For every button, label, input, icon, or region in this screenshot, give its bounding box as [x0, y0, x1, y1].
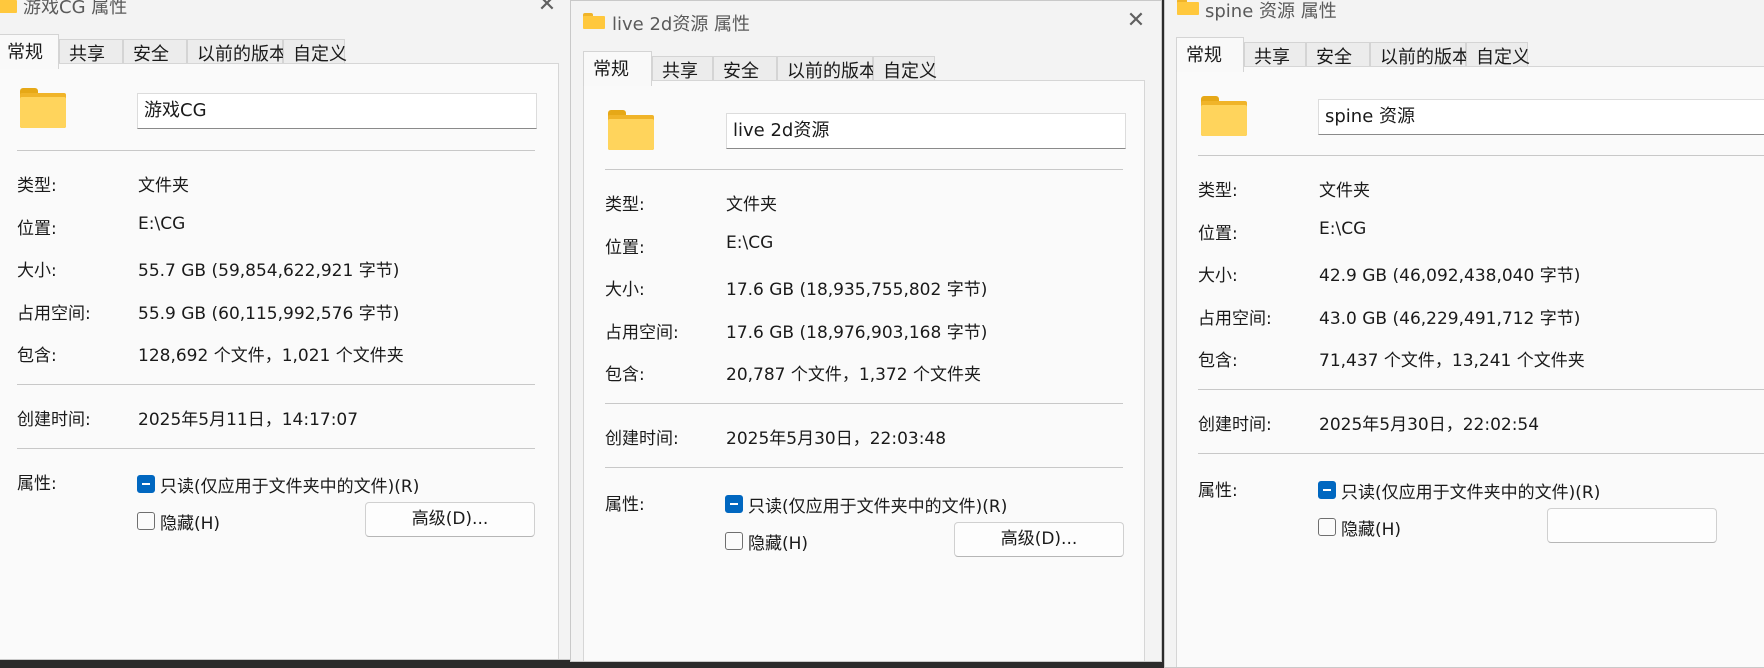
size-on-disk-label: 占用空间: [17, 304, 91, 324]
size-label: 大小: [605, 280, 645, 300]
close-icon[interactable]: ✕ [1124, 9, 1148, 33]
contains-label: 包含: [17, 346, 57, 366]
location-value: E:\CG [138, 214, 186, 234]
created-value: 2025年5月11日，14:17:07 [138, 410, 359, 430]
folder-icon [1177, 0, 1199, 15]
folder-icon [0, 0, 17, 13]
divider [17, 150, 535, 151]
checkbox-indeterminate-icon[interactable] [725, 495, 743, 513]
folder-name-input[interactable]: spine 资源 [1318, 99, 1764, 135]
size-on-disk-value: 55.9 GB (60,115,992,576 字节) [138, 304, 400, 324]
window-title: spine 资源 属性 [1205, 1, 1337, 22]
size-value: 55.7 GB (59,854,622,921 字节) [138, 261, 400, 281]
divider [1198, 389, 1764, 390]
type-label: 类型: [605, 195, 645, 215]
divider [1198, 155, 1764, 156]
advanced-button[interactable]: 高级(D)... [954, 522, 1124, 557]
attributes-label: 属性: [1198, 481, 1238, 501]
size-on-disk-value: 17.6 GB (18,976,903,168 字节) [726, 323, 988, 343]
created-value: 2025年5月30日，22:03:48 [726, 429, 947, 449]
close-icon[interactable]: ✕ [535, 0, 559, 17]
readonly-label[interactable]: 只读(仅应用于文件夹中的文件)(R) [160, 472, 419, 497]
type-label: 类型: [1198, 181, 1238, 201]
size-on-disk-label: 占用空间: [605, 323, 679, 343]
location-label: 位置: [1198, 224, 1238, 244]
contains-value: 71,437 个文件，13,241 个文件夹 [1319, 351, 1585, 371]
general-panel: live 2d资源 类型: 文件夹 位置: E:\CG 大小: 17.6 GB … [583, 80, 1145, 661]
contains-label: 包含: [1198, 351, 1238, 371]
folder-icon [20, 88, 66, 128]
size-on-disk-label: 占用空间: [1198, 309, 1272, 329]
checkbox-indeterminate-icon[interactable] [137, 475, 155, 493]
tab-general[interactable]: 常规 [1176, 37, 1244, 72]
created-label: 创建时间: [605, 429, 679, 449]
hidden-label[interactable]: 隐藏(H) [1341, 515, 1401, 540]
advanced-button[interactable]: 高级(D)... [365, 502, 535, 537]
hidden-label[interactable]: 隐藏(H) [748, 529, 808, 554]
location-label: 位置: [17, 219, 57, 239]
type-value: 文件夹 [1319, 181, 1370, 201]
properties-window-1: 游戏CG 属性 ✕ 常规 共享 安全 以前的版本 自定义 游戏CG 类型: 文件… [0, 0, 572, 660]
advanced-button[interactable] [1547, 508, 1717, 543]
title-bar[interactable]: live 2d资源 属性 ✕ [571, 1, 1161, 41]
tab-general[interactable]: 常规 [0, 34, 59, 69]
checkbox-unchecked-icon[interactable] [725, 532, 743, 550]
tab-general[interactable]: 常规 [583, 51, 652, 86]
contains-label: 包含: [605, 365, 645, 385]
size-label: 大小: [17, 261, 57, 281]
window-title: live 2d资源 属性 [612, 14, 751, 35]
folder-name-input[interactable]: 游戏CG [137, 93, 537, 129]
contains-value: 20,787 个文件，1,372 个文件夹 [726, 365, 981, 385]
created-value: 2025年5月30日，22:02:54 [1319, 415, 1540, 435]
location-value: E:\CG [1319, 219, 1367, 239]
general-panel: spine 资源 类型: 文件夹 位置: E:\CG 大小: 42.9 GB (… [1176, 66, 1764, 667]
divider [605, 467, 1123, 468]
size-on-disk-value: 43.0 GB (46,229,491,712 字节) [1319, 309, 1581, 329]
divider [1198, 453, 1764, 454]
attributes-label: 属性: [605, 495, 645, 515]
folder-icon [1201, 96, 1247, 136]
folder-icon [608, 110, 654, 150]
created-label: 创建时间: [17, 410, 91, 430]
checkbox-unchecked-icon[interactable] [137, 512, 155, 530]
title-bar[interactable]: spine 资源 属性 [1165, 0, 1764, 27]
window-title: 游戏CG 属性 [23, 0, 128, 18]
divider [17, 384, 535, 385]
divider [17, 448, 535, 449]
size-value: 17.6 GB (18,935,755,802 字节) [726, 280, 988, 300]
type-value: 文件夹 [726, 195, 777, 215]
checkbox-unchecked-icon[interactable] [1318, 518, 1336, 536]
title-bar[interactable]: 游戏CG 属性 ✕ [0, 0, 571, 19]
type-label: 类型: [17, 176, 57, 196]
properties-window-2: live 2d资源 属性 ✕ 常规 共享 安全 以前的版本 自定义 live 2… [570, 0, 1162, 662]
size-label: 大小: [1198, 266, 1238, 286]
created-label: 创建时间: [1198, 415, 1272, 435]
attributes-label: 属性: [17, 474, 57, 494]
folder-name-input[interactable]: live 2d资源 [726, 113, 1126, 149]
checkbox-indeterminate-icon[interactable] [1318, 481, 1336, 499]
general-panel: 游戏CG 类型: 文件夹 位置: E:\CG 大小: 55.7 GB (59,8… [0, 63, 559, 659]
location-label: 位置: [605, 238, 645, 258]
divider [605, 403, 1123, 404]
hidden-label[interactable]: 隐藏(H) [160, 509, 220, 534]
readonly-label[interactable]: 只读(仅应用于文件夹中的文件)(R) [748, 492, 1007, 517]
size-value: 42.9 GB (46,092,438,040 字节) [1319, 266, 1581, 286]
location-value: E:\CG [726, 233, 774, 253]
contains-value: 128,692 个文件，1,021 个文件夹 [138, 346, 404, 366]
divider [605, 169, 1123, 170]
readonly-label[interactable]: 只读(仅应用于文件夹中的文件)(R) [1341, 478, 1600, 503]
properties-window-3: spine 资源 属性 常规 共享 安全 以前的版本 自定义 spine 资源 … [1164, 0, 1764, 668]
folder-icon [583, 13, 605, 29]
type-value: 文件夹 [138, 176, 189, 196]
